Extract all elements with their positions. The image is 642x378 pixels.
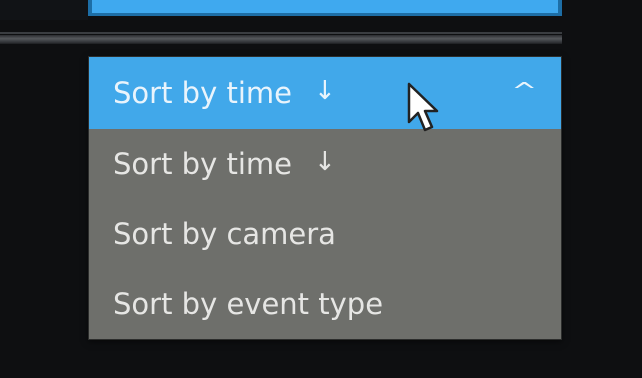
selected-sort-label: Sort by time bbox=[113, 76, 292, 110]
option-label: Sort by time bbox=[113, 147, 292, 181]
selected-item-bar[interactable] bbox=[88, 0, 562, 16]
option-label: Sort by event type bbox=[113, 287, 384, 321]
option-sort-by-event-type[interactable]: Sort by event type bbox=[89, 269, 561, 339]
arrow-down-icon: ↓ bbox=[313, 147, 336, 177]
screen: Sort by time ↓ ^ Sort by time ↓ Sort by … bbox=[0, 0, 642, 378]
chevron-up-icon[interactable]: ^ bbox=[511, 79, 537, 104]
option-sort-by-camera[interactable]: Sort by camera bbox=[89, 199, 561, 269]
arrow-down-icon: ↓ bbox=[313, 76, 336, 106]
left-panel-edge bbox=[0, 0, 88, 20]
sort-dropdown[interactable]: Sort by time ↓ ^ Sort by time ↓ Sort by … bbox=[88, 56, 562, 340]
sort-dropdown-selected[interactable]: Sort by time ↓ ^ bbox=[89, 57, 561, 129]
option-label: Sort by camera bbox=[113, 217, 336, 251]
option-sort-by-time[interactable]: Sort by time ↓ bbox=[89, 129, 561, 199]
panel-divider bbox=[0, 35, 562, 44]
divider-line bbox=[0, 32, 562, 34]
mouse-pointer-icon bbox=[407, 82, 439, 132]
